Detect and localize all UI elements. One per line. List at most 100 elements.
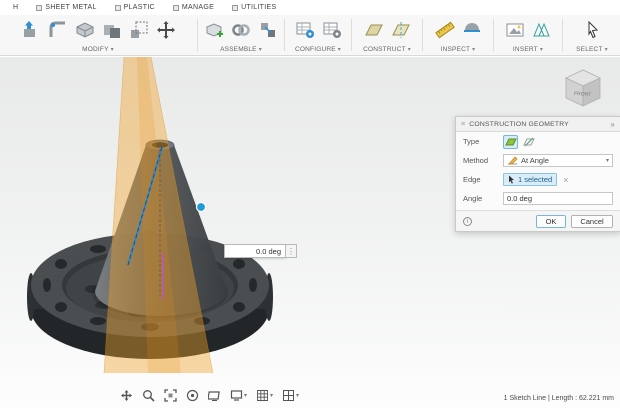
- dialog-title: CONSTRUCTION GEOMETRY: [469, 121, 569, 128]
- workspace-tabbar: H SHEET METAL PLASTIC MANAGE UTILITIES: [0, 0, 620, 15]
- edge-label: Edge: [463, 175, 503, 184]
- scale-icon[interactable]: [127, 18, 151, 42]
- type-label: Type: [463, 137, 503, 146]
- cursor-icon: [508, 175, 515, 184]
- edge-row: Edge 1 selected ×: [456, 170, 620, 189]
- construct-group-label[interactable]: CONSTRUCT ▾: [363, 46, 411, 53]
- combine-icon[interactable]: [100, 18, 124, 42]
- press-pull-icon[interactable]: [19, 18, 43, 42]
- caret-down-icon: ▾: [472, 47, 475, 53]
- fusion-app-window: H SHEET METAL PLASTIC MANAGE UTILITIES: [0, 0, 620, 408]
- select-cursor-icon[interactable]: [580, 18, 604, 42]
- toolbar-divider: [284, 19, 285, 51]
- tab-label: H: [13, 4, 18, 11]
- tab-utilities-icon: [232, 5, 238, 11]
- expand-panel-icon[interactable]: »: [610, 120, 615, 129]
- fit-button[interactable]: [162, 387, 179, 404]
- canvas-angle-input[interactable]: [224, 244, 286, 258]
- toolbar-divider: [493, 19, 494, 51]
- section-analysis-icon[interactable]: [460, 18, 484, 42]
- axis-type-icon: [523, 136, 535, 148]
- group-label-text: CONSTRUCT: [363, 46, 406, 53]
- group-label-text: MODIFY: [82, 46, 108, 53]
- joint-icon[interactable]: [229, 18, 253, 42]
- toolbar-divider: [351, 19, 352, 51]
- selection-status-text: 1 Sketch Line | Length : 62.221 mm: [504, 395, 614, 402]
- modify-group-label[interactable]: MODIFY ▾: [82, 46, 114, 53]
- type-plane-button[interactable]: [503, 135, 518, 149]
- rigid-group-icon[interactable]: [256, 18, 280, 42]
- ok-button[interactable]: OK: [536, 215, 566, 228]
- type-axis-button[interactable]: [521, 135, 536, 149]
- main-toolbar: MODIFY ▾ ASSEMBLE ▾ CONFIGURE: [0, 15, 620, 56]
- cancel-button[interactable]: Cancel: [571, 215, 613, 228]
- display-settings-button[interactable]: ▾: [228, 387, 249, 404]
- input-drag-handle-icon[interactable]: ⋮: [286, 244, 297, 258]
- viewcube[interactable]: FRONT: [558, 63, 608, 111]
- grid-icon: [256, 389, 269, 402]
- new-component-icon[interactable]: [202, 18, 226, 42]
- shell-icon[interactable]: [73, 18, 97, 42]
- angle-float-widget: ⋮: [224, 244, 297, 258]
- caret-down-icon: ▾: [244, 392, 247, 399]
- configure-group-label[interactable]: CONFIGURE ▾: [295, 46, 341, 53]
- info-icon[interactable]: i: [463, 217, 472, 226]
- viewport-3d[interactable]: FRONT ≡ CONSTRUCTION GEOMETRY » Type Met…: [0, 57, 620, 408]
- zoom-button[interactable]: [140, 387, 157, 404]
- viewports-button[interactable]: ▾: [280, 387, 301, 404]
- tab-partial[interactable]: H: [4, 0, 27, 15]
- tab-label: SHEET METAL: [45, 4, 96, 11]
- clear-selection-icon[interactable]: ×: [563, 175, 568, 185]
- method-row: Method At Angle ▾: [456, 151, 620, 170]
- tab-utilities[interactable]: UTILITIES: [223, 0, 285, 15]
- viewports-icon: [282, 389, 295, 402]
- caret-down-icon: ▾: [259, 47, 262, 53]
- move-copy-icon[interactable]: [154, 18, 178, 42]
- construction-axis-icon[interactable]: [389, 18, 413, 42]
- inspect-group-label[interactable]: INSPECT ▾: [441, 46, 476, 53]
- configuration-table-icon[interactable]: [320, 18, 344, 42]
- rotate-manipulator-handle[interactable]: [197, 203, 206, 212]
- angle-row: Angle: [456, 189, 620, 208]
- orbit-button[interactable]: [184, 387, 201, 404]
- dialog-header[interactable]: ≡ CONSTRUCTION GEOMETRY »: [456, 117, 620, 132]
- toolbar-group-construct: CONSTRUCT ▾: [353, 15, 421, 55]
- tab-plastic-icon: [115, 5, 121, 11]
- insert-mesh-icon[interactable]: [530, 18, 554, 42]
- pan-button[interactable]: [118, 387, 135, 404]
- toolbar-divider: [197, 19, 198, 51]
- viewport-3d-scene[interactable]: [0, 57, 620, 408]
- edge-selection-chip[interactable]: 1 selected: [503, 173, 557, 186]
- measure-icon[interactable]: [433, 18, 457, 42]
- method-dropdown[interactable]: At Angle ▾: [503, 154, 613, 167]
- toolbar-group-modify: MODIFY ▾: [0, 15, 196, 55]
- construction-geometry-dialog: ≡ CONSTRUCTION GEOMETRY » Type Method At…: [455, 116, 620, 232]
- tab-manage[interactable]: MANAGE: [164, 0, 223, 15]
- look-at-icon: [208, 389, 221, 402]
- select-group-label[interactable]: SELECT ▾: [576, 46, 608, 53]
- fillet-icon[interactable]: [46, 18, 70, 42]
- caret-down-icon: ▾: [338, 47, 341, 53]
- tab-sheet-metal[interactable]: SHEET METAL: [27, 0, 105, 15]
- caret-down-icon: ▾: [408, 47, 411, 53]
- method-dropdown-value: At Angle: [521, 156, 549, 165]
- group-label-text: ASSEMBLE: [220, 46, 257, 53]
- fit-icon: [164, 389, 177, 402]
- construction-plane-icon[interactable]: [362, 18, 386, 42]
- type-row: Type: [456, 132, 620, 151]
- angle-label: Angle: [463, 194, 503, 203]
- assemble-group-label[interactable]: ASSEMBLE ▾: [220, 46, 262, 53]
- drag-handle-icon[interactable]: ≡: [461, 121, 465, 128]
- tab-plastic[interactable]: PLASTIC: [106, 0, 164, 15]
- angle-input[interactable]: [503, 192, 613, 205]
- grid-snaps-button[interactable]: ▾: [254, 387, 275, 404]
- insert-canvas-icon[interactable]: [503, 18, 527, 42]
- insert-group-label[interactable]: INSERT ▾: [513, 46, 543, 53]
- caret-down-icon: ▾: [540, 47, 543, 53]
- group-label-text: SELECT: [576, 46, 603, 53]
- pan-icon: [120, 389, 133, 402]
- configure-icon[interactable]: [293, 18, 317, 42]
- plane-type-icon: [505, 136, 517, 148]
- look-at-button[interactable]: [206, 387, 223, 404]
- tab-label: MANAGE: [182, 4, 214, 11]
